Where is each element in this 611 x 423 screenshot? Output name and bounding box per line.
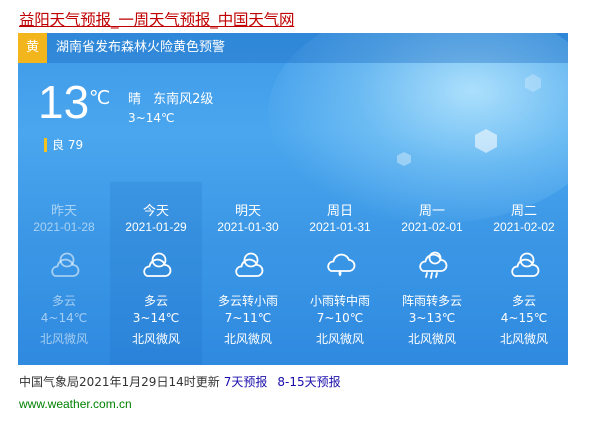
forecast-day-name: 昨天 [50,204,77,219]
forecast-day-2[interactable]: 明天 2021-01-30 多云转小雨 7~11℃ 北风微风 [202,182,294,365]
forecast-description: 阵雨转多云 [401,294,462,308]
cloudy-icon [51,252,80,277]
forecast-day-name: 周日 [326,204,353,219]
current-temp-range: 3~14℃ [128,111,175,125]
forecast-day-0[interactable]: 昨天 2021-01-28 多云 4~14℃ 北风微风 [18,182,110,365]
forecast-day-name: 周一 [418,204,445,219]
weather-alert-bar[interactable]: 黄 湖南省发布森林火险黄色预警 [18,33,568,63]
forecast-wind: 北风微风 [315,332,364,346]
forecast-wind: 北风微风 [499,332,548,346]
result-title-link[interactable]: 益阳天气预报_一周天气预报_中国天气网 [19,8,294,30]
alert-level-badge: 黄 [18,33,47,63]
title-part: 天气预报 [49,11,111,29]
forecast-day-4[interactable]: 周一 2021-02-01 阵雨转多云 3~13℃ 北风微风 [386,182,478,365]
forecast-day-5[interactable]: 周二 2021-02-02 多云 4~15℃ 北风微风 [478,182,568,365]
shower-icon [419,251,448,279]
forecast-temp-range: 7~10℃ [316,311,364,325]
forecast-day-1[interactable]: 今天 2021-01-29 多云 3~14℃ 北风微风 [110,182,202,365]
cloudy-icon [235,252,264,277]
forecast-wind: 北风微风 [39,332,88,346]
cloudy-icon [511,252,540,277]
forecast-temp-range: 3~13℃ [408,311,456,325]
forecast-description: 多云 [511,294,536,308]
title-part: _一周 [110,11,149,29]
air-quality-badge: 良 79 [44,137,83,153]
title-part: 天气 [248,11,279,29]
rain-icon [327,253,356,277]
update-source-text: 中国气象局2021年1月29日14时更新 [19,375,220,389]
title-part: 天气预报 [148,11,211,29]
hexagon-decoration-icon [475,129,497,153]
title-part: _中国 [210,11,249,29]
weather-card[interactable]: 黄 湖南省发布森林火险黄色预警 13 ℃ 晴 东南风2级 3~14℃ 良 79 … [18,33,568,365]
site-url: www.weather.com.cn [19,397,132,411]
forecast-temp-range: 7~11℃ [224,311,272,325]
hexagon-decoration-icon [525,74,541,92]
current-temperature: 13 [38,76,90,128]
forecast-date: 2021-01-30 [217,220,279,234]
forecast-temp-range: 4~15℃ [500,311,548,325]
seven-day-forecast-link[interactable]: 7天预报 [224,375,268,389]
title-part: 网 [278,11,295,29]
forecast-date: 2021-02-01 [401,220,463,234]
forecast-date: 2021-01-28 [33,220,95,234]
forecast-temp-range: 4~14℃ [40,311,88,325]
forecast-day-name: 周二 [510,204,537,219]
title-part: 益阳 [19,11,50,29]
fifteen-day-forecast-link[interactable]: 8-15天预报 [277,375,340,389]
alert-text: 湖南省发布森林火险黄色预警 [56,40,226,55]
forecast-temp-range: 3~14℃ [132,311,180,325]
temperature-unit: ℃ [89,87,111,109]
forecast-day-3[interactable]: 周日 2021-01-31 小雨转中雨 7~10℃ 北风微风 [294,182,386,365]
forecast-description: 多云转小雨 [217,294,278,308]
update-info: 中国气象局2021年1月29日14时更新 7天预报 8-15天预报 [19,373,341,390]
forecast-date: 2021-02-02 [493,220,555,234]
forecast-date: 2021-01-29 [125,220,187,234]
forecast-strip: 昨天 2021-01-28 多云 4~14℃ 北风微风 今天 2021-01-2… [18,182,568,365]
forecast-wind: 北风微风 [131,332,180,346]
forecast-description: 多云 [143,294,168,308]
hexagon-decoration-icon [397,152,411,166]
forecast-description: 小雨转中雨 [309,294,370,308]
forecast-wind: 北风微风 [223,332,272,346]
forecast-date: 2021-01-31 [309,220,371,234]
current-condition: 晴 东南风2级 [128,92,214,107]
forecast-wind: 北风微风 [407,332,456,346]
cloudy-icon [143,252,172,277]
forecast-day-name: 今天 [142,204,169,219]
forecast-day-name: 明天 [234,204,261,219]
forecast-description: 多云 [51,294,76,308]
